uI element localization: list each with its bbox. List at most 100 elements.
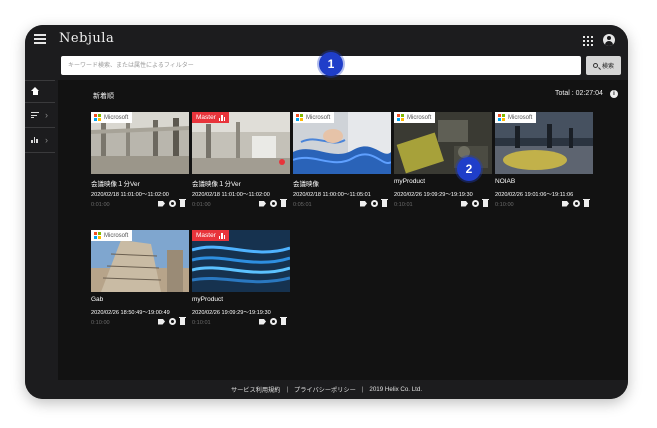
card-duration: 0:01:00: [192, 202, 211, 208]
video-list: 新着順 Total : 02:27:04 i Microsoft 会議映像１分V…: [58, 80, 628, 380]
search-icon: [592, 63, 598, 68]
master-badge: Master: [192, 230, 230, 241]
video-card[interactable]: Microsoft 会議映像１分Ver 2020/02/18 11:01:00〜…: [91, 112, 189, 222]
card-duration: 0:05:01: [293, 202, 312, 208]
trash-icon[interactable]: [583, 199, 590, 207]
sidebar-item-stats[interactable]: ›: [25, 131, 55, 149]
top-bar: Nebjula: [25, 25, 628, 55]
video-card[interactable]: Master myProduct 2020/02/26 19:09:29〜19:…: [192, 230, 290, 340]
bar-chart-icon: [31, 137, 38, 143]
terms-link[interactable]: サービス利用規約: [231, 385, 281, 394]
badge-label: Microsoft: [508, 114, 533, 121]
badge-label: Microsoft: [104, 114, 129, 121]
gear-icon[interactable]: [270, 318, 277, 325]
card-date: 2020/02/26 18:50:49〜19:00:49: [91, 310, 170, 316]
microsoft-logo-icon: [397, 114, 404, 121]
gear-icon[interactable]: [472, 200, 479, 207]
gear-icon[interactable]: [371, 200, 378, 207]
callout-2: 2: [457, 157, 481, 181]
info-icon[interactable]: i: [610, 90, 618, 98]
tag-icon[interactable]: [461, 200, 468, 207]
microsoft-badge: Microsoft: [91, 230, 133, 241]
card-duration: 0:10:00: [495, 202, 514, 208]
video-thumbnail[interactable]: Master: [192, 112, 290, 174]
sort-icon: [31, 112, 39, 119]
card-date: 2020/02/26 19:09:29〜19:19:30: [192, 310, 271, 316]
card-duration: 0:10:01: [192, 320, 211, 326]
video-thumbnail[interactable]: Microsoft: [495, 112, 593, 174]
card-duration: 0:10:00: [91, 320, 110, 326]
video-thumbnail[interactable]: Microsoft: [91, 112, 189, 174]
card-date: 2020/02/18 11:01:00〜11:02:00: [192, 192, 270, 198]
microsoft-badge: Microsoft: [394, 112, 436, 123]
card-date: 2020/02/26 19:01:06〜19:11:06: [495, 192, 574, 198]
video-card[interactable]: Microsoft NOIAB 2020/02/26 19:01:06〜19:1…: [495, 112, 593, 222]
chevron-right-icon: ›: [45, 110, 48, 120]
trash-icon[interactable]: [179, 199, 186, 207]
card-title: myProduct: [192, 296, 224, 303]
badge-label: Microsoft: [104, 232, 129, 239]
sidebar-item-sort[interactable]: ›: [25, 106, 55, 124]
card-date: 2020/02/26 19:09:29〜19:19:30: [394, 192, 473, 198]
gear-icon[interactable]: [169, 318, 176, 325]
trash-icon[interactable]: [381, 199, 388, 207]
footer-separator: |: [361, 386, 364, 393]
account-icon[interactable]: [603, 34, 615, 46]
card-title: 会議映像１分Ver: [192, 181, 241, 188]
microsoft-badge: Microsoft: [495, 112, 537, 123]
tag-icon[interactable]: [158, 200, 165, 207]
gear-icon[interactable]: [169, 200, 176, 207]
footer: サービス利用規約 | プライバシーポリシー | 2019 Helix Co. L…: [25, 380, 628, 399]
trash-icon[interactable]: [179, 317, 186, 325]
video-thumbnail[interactable]: Master: [192, 230, 290, 292]
trash-icon[interactable]: [280, 199, 287, 207]
master-badge: Master: [192, 112, 230, 123]
copyright-text: 2019 Helix Co. Ltd.: [369, 386, 423, 393]
microsoft-logo-icon: [94, 114, 101, 121]
card-title: Gab: [91, 296, 104, 303]
privacy-link[interactable]: プライバシーポリシー: [294, 385, 356, 394]
card-duration: 0:01:00: [91, 202, 110, 208]
trash-icon[interactable]: [280, 317, 287, 325]
chevron-right-icon: ›: [45, 135, 48, 145]
app-logo[interactable]: Nebjula: [59, 31, 114, 46]
tag-icon[interactable]: [562, 200, 569, 207]
card-title: 会議映像１分Ver: [91, 181, 140, 188]
video-thumbnail[interactable]: Microsoft: [293, 112, 391, 174]
tag-icon[interactable]: [360, 200, 367, 207]
tag-icon[interactable]: [259, 200, 266, 207]
video-card[interactable]: Microsoft 会議映像 2020/02/18 11:00:00〜11:05…: [293, 112, 391, 222]
card-title: 会議映像: [293, 181, 319, 188]
apps-grid-icon[interactable]: [583, 36, 593, 46]
footer-separator: |: [286, 386, 289, 393]
tag-icon[interactable]: [259, 318, 266, 325]
home-icon: [31, 87, 40, 95]
microsoft-logo-icon: [94, 232, 101, 239]
card-title: myProduct: [394, 178, 426, 185]
search-button[interactable]: 検索: [586, 56, 621, 75]
sidebar-item-home[interactable]: [25, 82, 55, 100]
video-card[interactable]: Master 会議映像１分Ver 2020/02/18 11:01:00〜11:…: [192, 112, 290, 222]
microsoft-logo-icon: [296, 114, 303, 121]
video-thumbnail[interactable]: Microsoft: [91, 230, 189, 292]
menu-icon[interactable]: [34, 34, 46, 44]
sidebar: › ›: [25, 80, 55, 380]
microsoft-badge: Microsoft: [91, 112, 133, 123]
card-title: NOIAB: [495, 178, 516, 185]
card-date: 2020/02/18 11:00:00〜11:05:01: [293, 192, 371, 198]
trash-icon[interactable]: [482, 199, 489, 207]
microsoft-badge: Microsoft: [293, 112, 335, 123]
card-duration: 0:10:01: [394, 202, 413, 208]
microsoft-logo-icon: [498, 114, 505, 121]
tag-icon[interactable]: [158, 318, 165, 325]
badge-label: Microsoft: [306, 114, 331, 121]
video-card[interactable]: Microsoft Gab 2020/02/26 18:50:49〜19:00:…: [91, 230, 189, 340]
gear-icon[interactable]: [573, 200, 580, 207]
gear-icon[interactable]: [270, 200, 277, 207]
search-button-label: 検索: [601, 64, 614, 70]
section-title: 新着順: [93, 93, 114, 100]
card-date: 2020/02/18 11:01:00〜11:02:00: [91, 192, 169, 198]
badge-label: Microsoft: [407, 114, 432, 121]
app-window: Nebjula 検索 1 › › 新着順 Total : 02:27:04 i: [25, 25, 628, 399]
callout-1: 1: [319, 52, 343, 76]
